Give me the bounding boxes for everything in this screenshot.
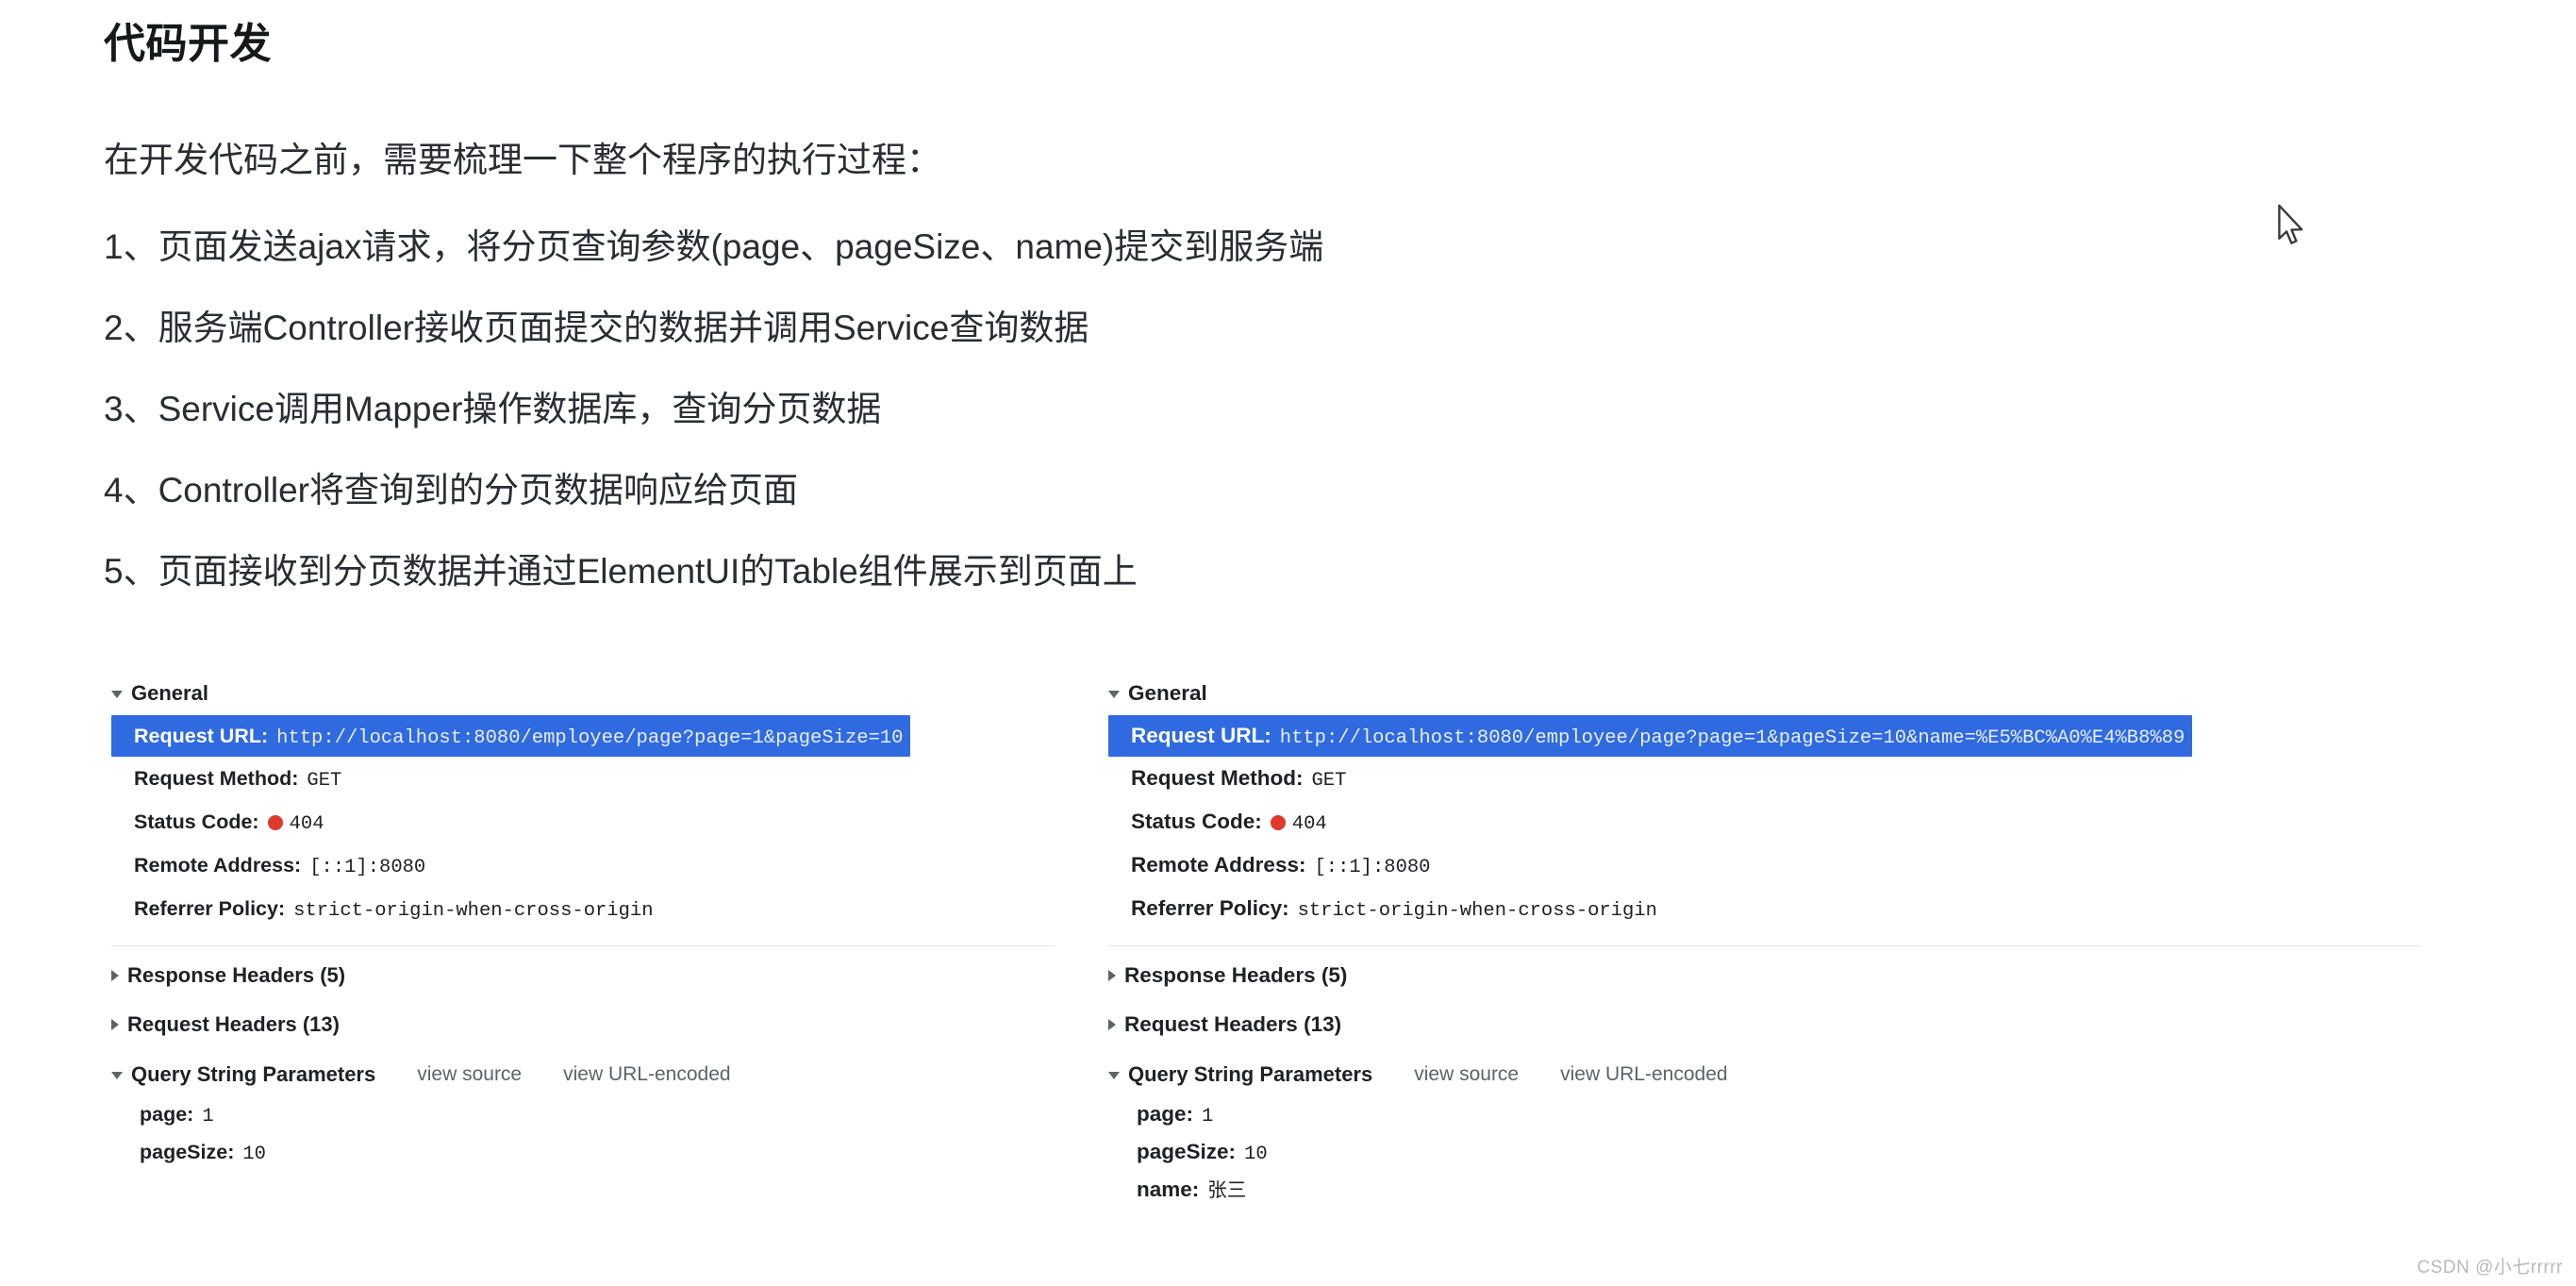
request-method-label: Request Method: [1131,766,1304,790]
referrer-policy-row[interactable]: Referrer Policy: strict-origin-when-cros… [134,887,1055,930]
status-error-dot-icon [1270,815,1286,830]
query-param-key: page: [140,1103,194,1126]
status-code-value: 404 [1291,813,1327,835]
status-code-label: Status Code: [1131,810,1262,833]
response-headers-label: Response Headers (5) [127,963,346,987]
query-param-row[interactable]: pageSize: 10 [140,1133,1055,1171]
chevron-down-icon [111,1072,123,1079]
remote-address-value: [::1]:8080 [1314,857,1431,878]
remote-address-row[interactable]: Remote Address: [::1]:8080 [1131,843,2421,887]
remote-address-label: Remote Address: [1131,853,1306,877]
status-error-dot-icon [267,815,283,830]
chevron-right-icon [111,970,119,981]
general-section-header-right[interactable]: General [1108,677,2421,710]
request-url-row[interactable]: Request URL: http://localhost:8080/emplo… [1108,715,2193,757]
remote-address-row[interactable]: Remote Address: [::1]:8080 [134,843,1055,887]
chevron-right-icon [1108,1019,1116,1030]
section-divider [1108,945,2421,946]
chevron-right-icon [1108,970,1116,981]
query-param-key: page: [1137,1102,1194,1126]
request-headers-label: Request Headers (13) [1124,1012,1342,1036]
response-headers-section-header[interactable]: Response Headers (5) [1108,960,2421,992]
remote-address-value: [::1]:8080 [309,857,426,878]
referrer-policy-row[interactable]: Referrer Policy: strict-origin-when-cros… [1131,887,2421,930]
devtools-panel-left: General Request URL: http://localhost:80… [111,677,1055,1171]
response-headers-label: Response Headers (5) [1124,963,1348,987]
general-rows-right: Request URL: http://localhost:8080/emplo… [1108,715,2421,930]
chevron-down-icon [1108,1072,1120,1079]
query-param-value: 10 [1244,1144,1268,1165]
query-string-parameters-section-header[interactable]: Query String Parameters view source view… [111,1058,1055,1092]
request-method-value: GET [1311,770,1347,792]
request-headers-label: Request Headers (13) [127,1012,340,1036]
paragraph-intro: 在开发代码之前，需要梳理一下整个程序的执行过程： [104,141,941,180]
query-string-parameters-label: Query String Parameters [131,1062,376,1086]
referrer-policy-label: Referrer Policy: [1131,896,1289,920]
query-param-key: name: [1137,1177,1200,1201]
query-param-value: 1 [1202,1106,1214,1127]
referrer-policy-label: Referrer Policy: [134,897,286,920]
query-param-value: 10 [242,1144,266,1165]
general-label: General [131,681,208,705]
view-source-link[interactable]: view source [1414,1063,1519,1086]
paragraph-step-1: 1、页面发送ajax请求，将分页查询参数(page、pageSize、name)… [104,227,1324,267]
query-param-row[interactable]: name: 张三 [1137,1171,2421,1209]
chevron-down-icon [1108,691,1120,698]
paragraph-step-2: 2、服务端Controller接收页面提交的数据并调用Service查询数据 [104,309,1089,348]
general-rows-left: Request URL: http://localhost:8080/emplo… [111,715,1055,930]
referrer-policy-value: strict-origin-when-cross-origin [1297,900,1657,922]
devtools-screenshots: General Request URL: http://localhost:80… [0,677,2576,1286]
paragraph-step-5: 5、页面接收到分页数据并通过ElementUI的Table组件展示到页面上 [104,552,1138,592]
request-headers-section-header[interactable]: Request Headers (13) [111,1009,1055,1041]
general-section-header-left[interactable]: General [111,677,1055,710]
view-url-encoded-link[interactable]: view URL-encoded [563,1063,730,1086]
page-title: 代码开发 [104,21,272,67]
status-code-value: 404 [289,813,324,835]
response-headers-section-header[interactable]: Response Headers (5) [111,960,1055,992]
watermark: CSDN @小七rrrrr [2417,1258,2563,1278]
request-url-value: http://localhost:8080/employee/page?page… [276,727,904,749]
article-body: 代码开发 在开发代码之前，需要梳理一下整个程序的执行过程： 1、页面发送ajax… [104,17,2415,612]
query-param-value: 1 [202,1106,214,1127]
referrer-policy-value: strict-origin-when-cross-origin [293,900,654,922]
request-url-label: Request URL: [134,725,269,747]
request-url-value: http://localhost:8080/employee/page?page… [1279,727,2185,749]
status-code-row[interactable]: Status Code: 404 [134,800,1055,843]
devtools-panel-right: General Request URL: http://localhost:80… [1108,677,2421,1209]
request-method-label: Request Method: [134,767,299,790]
request-headers-section-header[interactable]: Request Headers (13) [1108,1009,2421,1041]
query-param-row[interactable]: page: 1 [140,1095,1055,1133]
paragraph-step-3: 3、Service调用Mapper操作数据库，查询分页数据 [104,390,882,429]
view-source-link[interactable]: view source [417,1063,522,1086]
query-param-row[interactable]: page: 1 [1137,1095,2421,1133]
view-url-encoded-link[interactable]: view URL-encoded [1560,1063,1727,1086]
request-url-label: Request URL: [1131,724,1271,747]
chevron-right-icon [111,1019,119,1030]
query-params-list-left: page: 1 pageSize: 10 [111,1095,1055,1171]
status-code-label: Status Code: [134,810,259,833]
status-code-row[interactable]: Status Code: 404 [1131,800,2421,843]
request-method-row[interactable]: Request Method: GET [1131,757,2421,800]
query-param-key: pageSize: [140,1141,235,1163]
query-param-key: pageSize: [1137,1140,1237,1163]
section-divider [111,945,1055,946]
request-url-row[interactable]: Request URL: http://localhost:8080/emplo… [111,715,911,757]
request-method-value: GET [307,770,342,792]
general-label: General [1128,681,1207,705]
remote-address-label: Remote Address: [134,854,302,877]
query-param-value: 张三 [1207,1179,1247,1201]
query-params-list-right: page: 1 pageSize: 10 name: 张三 [1108,1095,2421,1209]
query-string-parameters-section-header[interactable]: Query String Parameters view source view… [1108,1058,2421,1092]
paragraph-step-4: 4、Controller将查询到的分页数据响应给页面 [104,471,798,510]
chevron-down-icon [111,691,123,698]
query-string-parameters-label: Query String Parameters [1128,1062,1373,1086]
query-param-row[interactable]: pageSize: 10 [1137,1133,2421,1171]
request-method-row[interactable]: Request Method: GET [134,757,1055,800]
